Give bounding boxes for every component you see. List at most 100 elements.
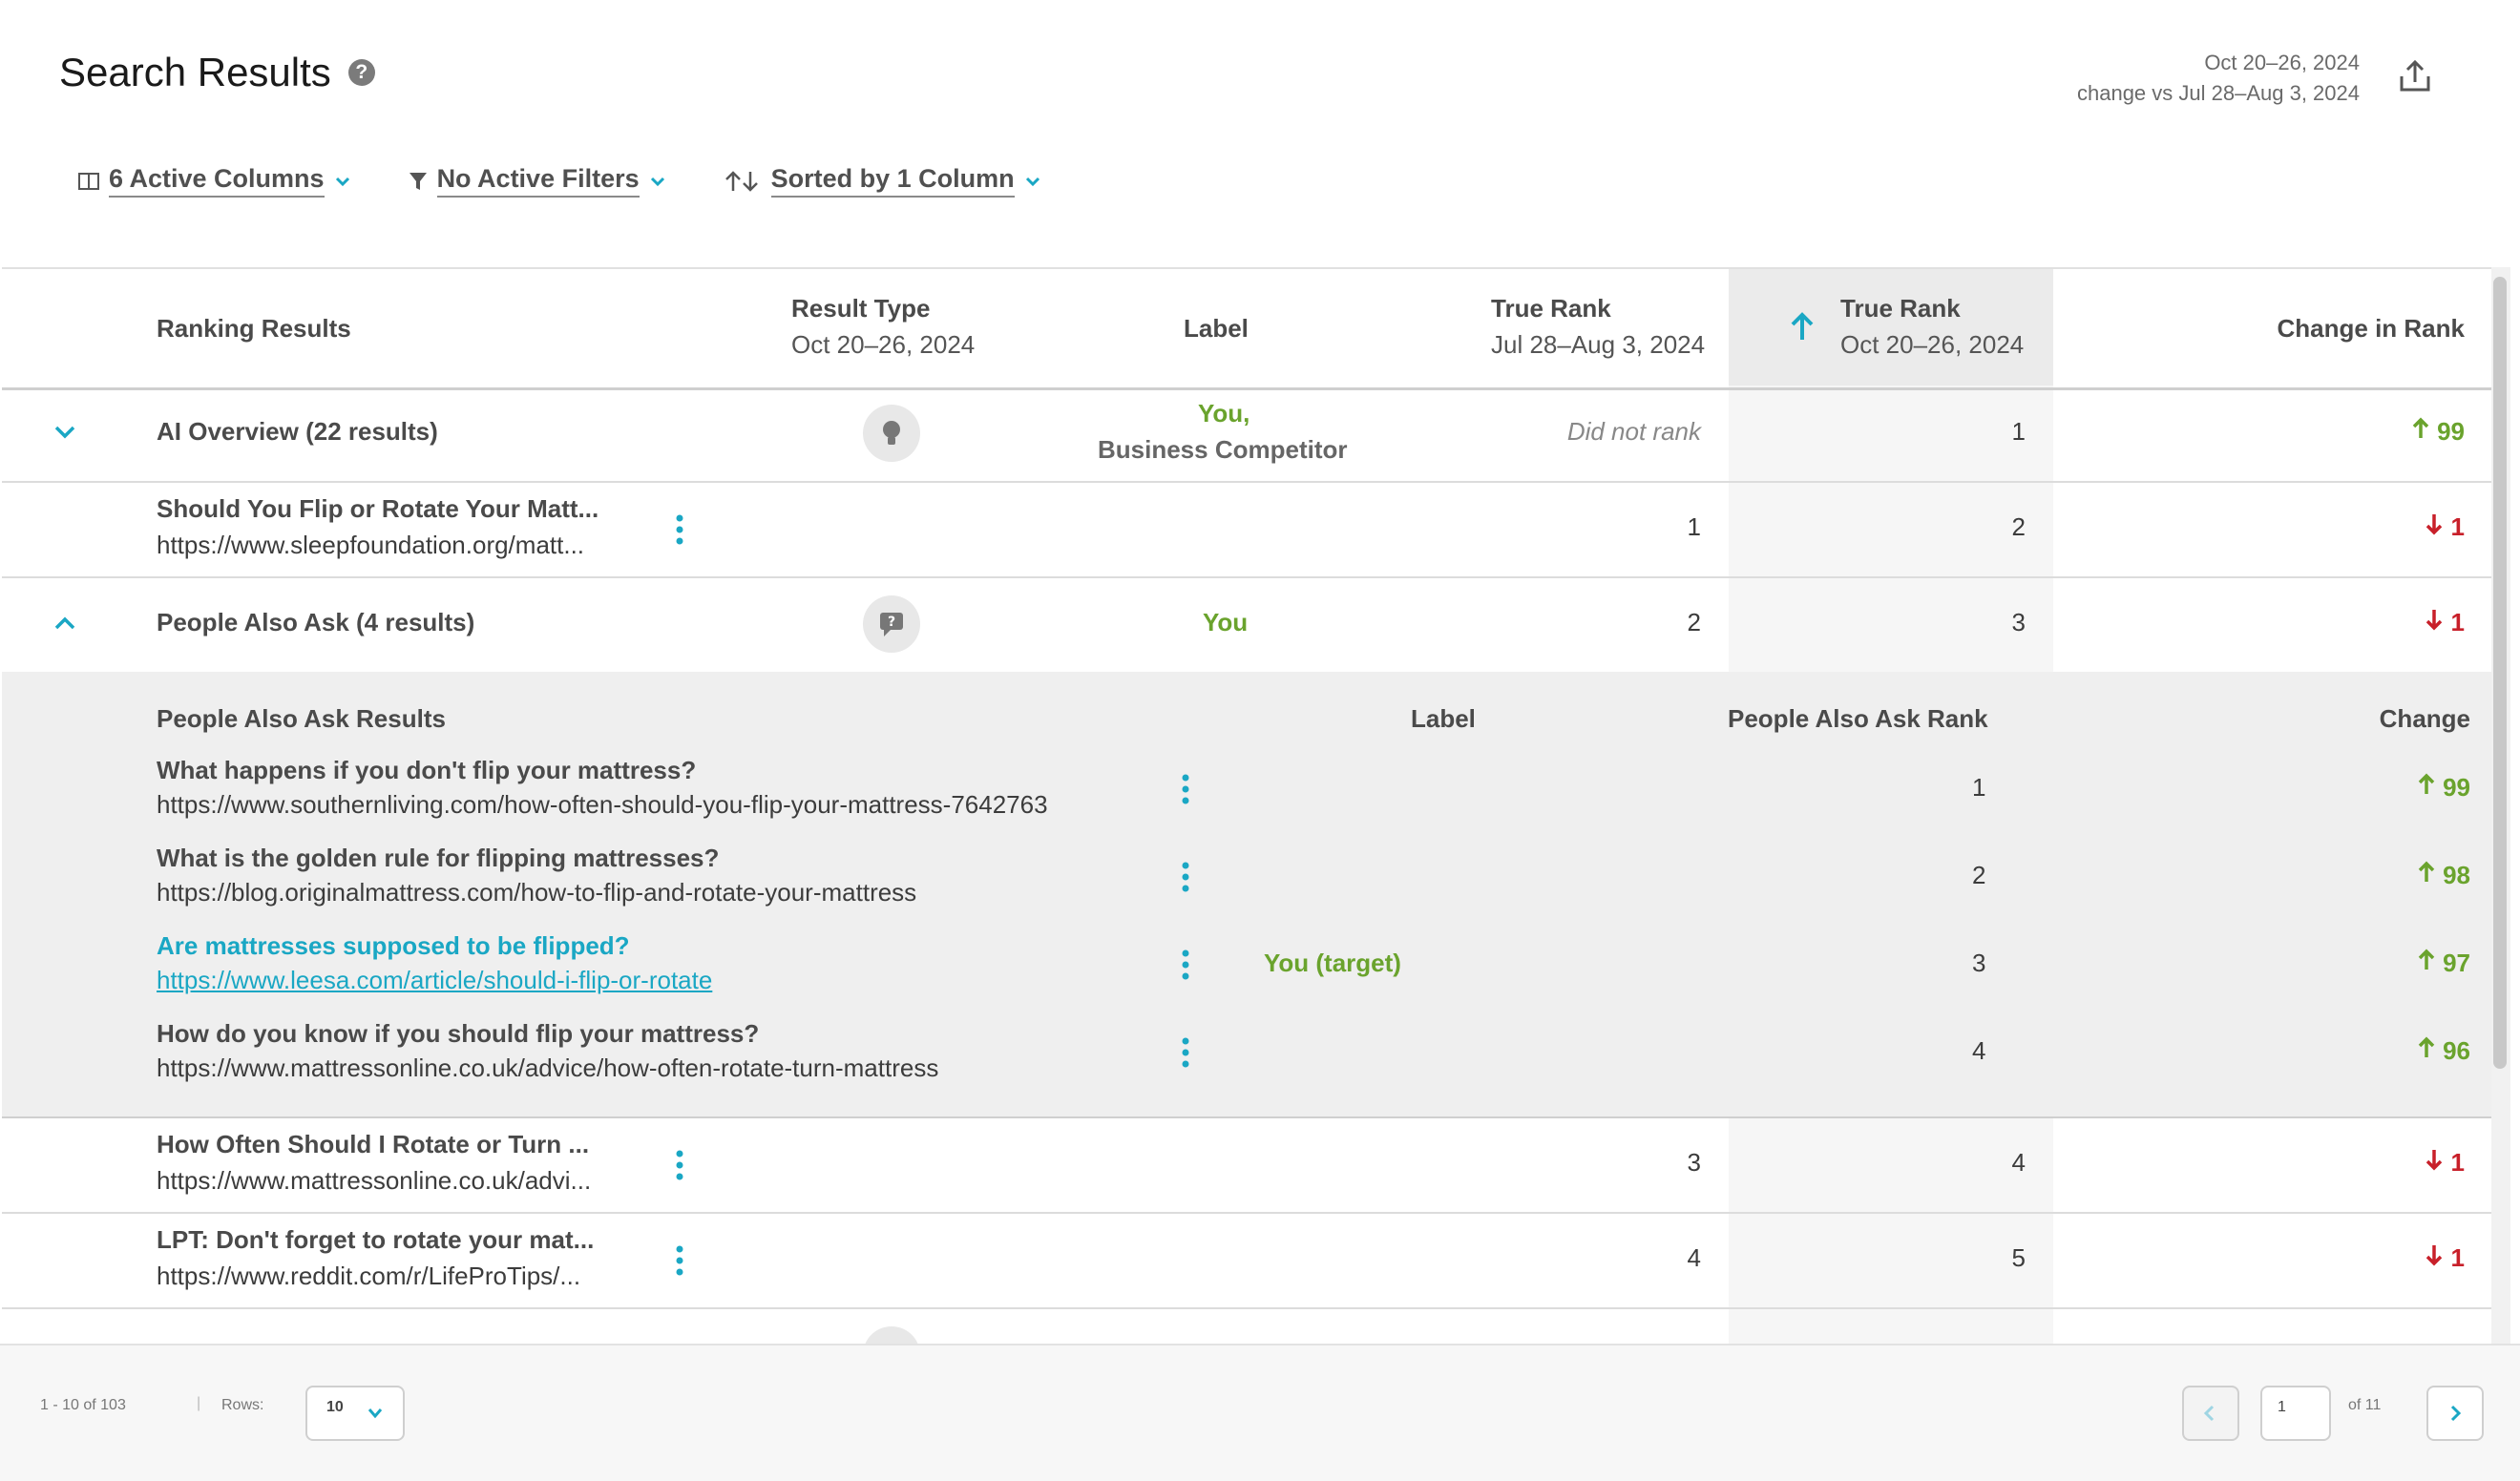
paa-change: 99 bbox=[2417, 773, 2470, 803]
arrow-down-icon bbox=[2426, 1245, 2443, 1266]
sort-dropdown[interactable]: Sorted by 1 Column bbox=[724, 164, 1041, 198]
paa-rank: 4 bbox=[1972, 1036, 1986, 1065]
more-options-icon[interactable] bbox=[676, 513, 683, 546]
previous-page-button[interactable] bbox=[2182, 1386, 2239, 1441]
table-header: Ranking Results Result Type Oct 20–26, 2… bbox=[2, 267, 2493, 390]
rank-change: 1 bbox=[2425, 512, 2465, 542]
result-url[interactable]: https://www.mattressonline.co.uk/advi... bbox=[157, 1166, 591, 1196]
sort-icon bbox=[724, 170, 758, 192]
more-options-icon[interactable] bbox=[1182, 949, 1189, 981]
col-result-type-label: Result Type bbox=[791, 294, 931, 323]
current-page: 1 bbox=[2278, 1399, 2286, 1415]
result-title[interactable]: Should You Flip or Rotate Your Matt... bbox=[157, 494, 598, 524]
sort-label: Sorted by 1 Column bbox=[770, 164, 1015, 198]
arrow-down-icon bbox=[2426, 610, 2443, 631]
paa-question-target[interactable]: Are mattresses supposed to be flipped? bbox=[157, 931, 630, 961]
page-title: Search Results bbox=[59, 50, 331, 94]
chevron-down-icon bbox=[368, 1408, 383, 1419]
total-pages: of 11 bbox=[2348, 1397, 2382, 1413]
rank-change: 99 bbox=[2411, 417, 2465, 447]
paa-col-rank: People Also Ask Rank bbox=[1728, 704, 1988, 733]
true-rank-prev: 4 bbox=[1687, 1243, 1701, 1272]
arrow-up-icon bbox=[2418, 861, 2435, 882]
paa-change: 97 bbox=[2417, 949, 2470, 978]
paa-url[interactable]: https://blog.originalmattress.com/how-to… bbox=[157, 878, 916, 907]
paa-change: 96 bbox=[2417, 1036, 2470, 1066]
paa-url[interactable]: https://www.southernliving.com/how-often… bbox=[157, 790, 1048, 820]
col-change-in-rank[interactable]: Change in Rank bbox=[2278, 310, 2465, 346]
true-rank-cur: 2 bbox=[2011, 512, 2026, 541]
chevron-right-icon bbox=[2450, 1405, 2462, 1422]
paa-col-change: Change bbox=[2379, 704, 2470, 733]
footer-divider: | bbox=[197, 1395, 201, 1411]
col-ranking-results[interactable]: Ranking Results bbox=[157, 310, 351, 346]
paa-change: 98 bbox=[2417, 861, 2470, 890]
date-range: Oct 20–26, 2024 bbox=[2204, 51, 2360, 74]
rank-change: 1 bbox=[2425, 608, 2465, 637]
chevron-down-icon bbox=[650, 177, 664, 186]
true-rank-prev: Did not rank bbox=[1566, 417, 1701, 446]
scrollbar-thumb[interactable] bbox=[2493, 277, 2507, 1069]
columns-dropdown[interactable]: 6 Active Columns bbox=[78, 164, 351, 198]
more-options-icon[interactable] bbox=[1182, 1036, 1189, 1069]
rank-change: 1 bbox=[2425, 1243, 2465, 1273]
paa-url[interactable]: https://www.mattressonline.co.uk/advice/… bbox=[157, 1053, 938, 1083]
paa-col-label: Label bbox=[1411, 704, 1476, 733]
col-result-type-date: Oct 20–26, 2024 bbox=[791, 330, 976, 359]
result-title[interactable]: How Often Should I Rotate or Turn ... bbox=[157, 1130, 589, 1159]
rank-change: 1 bbox=[2425, 1148, 2465, 1178]
table-toolbar: 6 Active Columns No Active Filters Sorte… bbox=[78, 164, 1099, 198]
rows-label: Rows: bbox=[221, 1397, 264, 1413]
result-type-icon bbox=[863, 1326, 920, 1344]
arrow-up-icon bbox=[2418, 1036, 2435, 1057]
table-footer: 1 - 10 of 103 | Rows: 10 1 of 11 bbox=[0, 1344, 2520, 1481]
paa-rank: 2 bbox=[1972, 861, 1986, 889]
more-options-icon[interactable] bbox=[1182, 861, 1189, 893]
col-true-rank-cur-date: Oct 20–26, 2024 bbox=[1840, 330, 2025, 359]
result-title[interactable]: AI Overview (22 results) bbox=[157, 417, 438, 447]
col-true-rank-cur[interactable]: True Rank Oct 20–26, 2024 bbox=[1840, 290, 2024, 363]
columns-label: 6 Active Columns bbox=[109, 164, 325, 198]
true-rank-prev: 3 bbox=[1687, 1148, 1701, 1177]
next-page-button[interactable] bbox=[2426, 1386, 2484, 1441]
page-number-input[interactable]: 1 bbox=[2260, 1386, 2331, 1441]
more-options-icon[interactable] bbox=[676, 1149, 683, 1181]
paa-question[interactable]: What happens if you don't flip your matt… bbox=[157, 756, 696, 785]
col-label[interactable]: Label bbox=[1184, 310, 1249, 346]
table-row[interactable]: AI Overview (22 results) You, Business C… bbox=[2, 386, 2493, 483]
table-row[interactable]: LPT: Don't forget to rotate your mat... … bbox=[2, 1212, 2493, 1309]
people-also-ask-panel: People Also Ask Results Label People Als… bbox=[2, 672, 2493, 1118]
result-url[interactable]: https://www.reddit.com/r/LifeProTips/... bbox=[157, 1262, 580, 1291]
arrow-up-icon bbox=[2412, 417, 2429, 438]
paa-rank: 3 bbox=[1972, 949, 1986, 977]
paa-question[interactable]: How do you know if you should flip your … bbox=[157, 1019, 759, 1049]
results-range: 1 - 10 of 103 bbox=[40, 1397, 126, 1413]
paa-url-target[interactable]: https://www.leesa.com/article/should-i-f… bbox=[157, 966, 712, 995]
col-true-rank-prev[interactable]: True Rank Jul 28–Aug 3, 2024 bbox=[1491, 290, 1705, 363]
col-true-rank-cur-label: True Rank bbox=[1840, 294, 1961, 323]
chevron-down-icon[interactable] bbox=[53, 424, 76, 441]
col-result-type[interactable]: Result Type Oct 20–26, 2024 bbox=[791, 290, 975, 363]
filters-dropdown[interactable]: No Active Filters bbox=[409, 164, 666, 198]
more-options-icon[interactable] bbox=[1182, 773, 1189, 805]
chevron-up-icon[interactable] bbox=[53, 615, 76, 632]
sort-ascending-icon[interactable] bbox=[1789, 311, 1816, 342]
result-url[interactable]: https://www.sleepfoundation.org/matt... bbox=[157, 531, 584, 560]
table-row[interactable]: People Also Ask (4 results) ? You 2 3 1 bbox=[2, 576, 2493, 674]
label-you: You, bbox=[1198, 399, 1250, 428]
help-icon[interactable]: ? bbox=[347, 59, 375, 86]
paa-question[interactable]: What is the golden rule for flipping mat… bbox=[157, 844, 719, 873]
more-options-icon[interactable] bbox=[676, 1244, 683, 1277]
table-row[interactable]: Should You Flip or Rotate Your Matt... h… bbox=[2, 481, 2493, 578]
export-icon[interactable] bbox=[2396, 57, 2434, 95]
rows-per-page-select[interactable]: 10 bbox=[305, 1386, 405, 1441]
question-answer-icon: ? bbox=[863, 595, 920, 653]
true-rank-cur: 5 bbox=[2011, 1243, 2026, 1272]
result-title[interactable]: LPT: Don't forget to rotate your mat... bbox=[157, 1225, 594, 1255]
result-title[interactable]: People Also Ask (4 results) bbox=[157, 608, 474, 637]
table-row[interactable]: How Often Should I Rotate or Turn ... ht… bbox=[2, 1116, 2493, 1214]
col-true-rank-prev-label: True Rank bbox=[1491, 294, 1611, 323]
arrow-down-icon bbox=[2426, 514, 2443, 535]
arrow-up-icon bbox=[2418, 773, 2435, 794]
columns-icon bbox=[78, 172, 99, 190]
